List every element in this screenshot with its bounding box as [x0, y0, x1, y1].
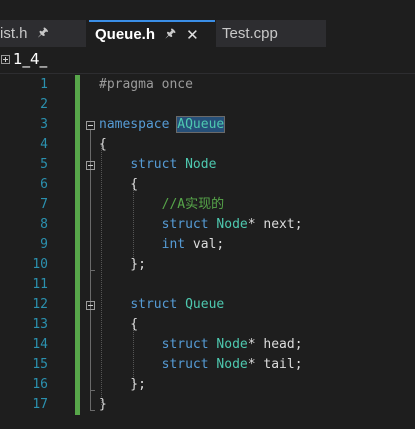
code-token: { [99, 137, 107, 152]
line-number: 15 [32, 357, 48, 372]
code-text[interactable]: struct Queue [99, 295, 224, 315]
code-token: Queue [185, 297, 225, 312]
code-token: #pragma once [99, 77, 193, 92]
code-token: Node [185, 157, 217, 172]
line-number: 3 [40, 117, 48, 132]
line-number: 17 [32, 397, 48, 412]
code-token: struct [161, 337, 209, 352]
document-tab-strip: ist.h 🖈 Queue.h 🖈 ✕ Test.cpp [0, 0, 415, 47]
code-line[interactable]: 5 struct Node [0, 155, 415, 175]
code-token: //A实现的 [161, 197, 225, 212]
navigation-bar: 1_4_ [0, 47, 415, 74]
line-number: 12 [32, 297, 48, 312]
code-text[interactable]: { [99, 175, 138, 195]
line-number: 14 [32, 337, 48, 352]
code-token: struct [161, 217, 209, 232]
code-token: }; [99, 257, 146, 272]
code-line[interactable]: 4{ [0, 135, 415, 155]
code-line[interactable]: 3 namespace AQueue [0, 115, 415, 135]
code-text[interactable]: //A实现的 [99, 195, 224, 215]
code-line[interactable]: 14 struct Node* head; [0, 335, 415, 355]
code-line[interactable]: 6 { [0, 175, 415, 195]
code-line[interactable]: 7 //A实现的 [0, 195, 415, 215]
tab-label: ist.h [0, 25, 28, 42]
code-line[interactable]: 10 }; [0, 255, 415, 275]
line-number: 4 [40, 137, 48, 152]
code-token: { [99, 317, 139, 332]
code-token: * tail; [247, 357, 303, 372]
code-line[interactable]: 17} [0, 395, 415, 415]
tab-list-h[interactable]: ist.h 🖈 [0, 20, 86, 47]
code-line[interactable]: 8 struct Node* next; [0, 215, 415, 235]
line-number: 2 [40, 97, 48, 112]
code-line[interactable]: 2 [0, 95, 415, 115]
line-number: 5 [40, 157, 48, 172]
code-text[interactable]: } [99, 395, 107, 415]
code-text[interactable]: struct Node [99, 155, 216, 175]
code-line[interactable]: 9 int val; [0, 235, 415, 255]
line-number: 10 [32, 257, 48, 272]
code-token: Node [216, 357, 248, 372]
code-text[interactable]: struct Node* tail; [99, 355, 303, 375]
pin-icon[interactable]: 🖈 [165, 24, 176, 45]
code-editor[interactable]: 1 #pragma once 2 3 namespace AQueue 4{5 struc… [0, 75, 415, 429]
code-token: } [99, 397, 107, 412]
code-token: namespace [99, 117, 170, 132]
code-token: struct [130, 157, 178, 172]
tab-label: Test.cpp [222, 25, 278, 42]
code-line[interactable]: 1 #pragma once [0, 75, 415, 95]
line-number: 9 [40, 237, 48, 252]
line-number: 8 [40, 217, 48, 232]
line-number: 16 [32, 377, 48, 392]
line-number: 7 [40, 197, 48, 212]
code-token: int [161, 237, 186, 252]
close-icon[interactable]: ✕ [186, 26, 199, 44]
code-token: { [99, 177, 139, 192]
code-line[interactable]: 16 }; [0, 375, 415, 395]
code-text[interactable]: struct Node* head; [99, 335, 303, 355]
tab-test-cpp[interactable]: Test.cpp [216, 20, 326, 47]
code-token: * next; [247, 217, 303, 232]
line-number: 1 [40, 77, 48, 92]
expand-icon[interactable] [1, 55, 10, 64]
scope-dropdown[interactable]: 1_4_ [13, 50, 47, 68]
code-token: struct [161, 357, 209, 372]
code-text[interactable]: { [99, 315, 138, 335]
code-text[interactable]: }; [99, 375, 146, 395]
code-text[interactable]: int val; [99, 235, 225, 255]
tab-queue-h[interactable]: Queue.h 🖈 ✕ [89, 20, 215, 47]
code-token: * head; [247, 337, 303, 352]
code-token: val; [185, 237, 225, 252]
code-text[interactable]: }; [99, 255, 146, 275]
code-line[interactable]: 15 struct Node* tail; [0, 355, 415, 375]
code-token: struct [130, 297, 178, 312]
code-text[interactable]: namespace AQueue [99, 115, 226, 135]
code-line[interactable]: 12 struct Queue [0, 295, 415, 315]
line-number: 13 [32, 317, 48, 332]
code-text[interactable]: struct Node* next; [99, 215, 303, 235]
code-token: Node [216, 337, 248, 352]
code-text[interactable]: { [99, 135, 107, 155]
code-text[interactable]: #pragma once [99, 75, 193, 95]
code-token: }; [99, 377, 146, 392]
tab-label: Queue.h [95, 26, 156, 43]
code-line[interactable]: 13 { [0, 315, 415, 335]
code-token: Node [216, 217, 248, 232]
pin-icon[interactable]: 🖈 [38, 23, 49, 44]
line-number: 11 [32, 277, 48, 292]
code-line[interactable]: 11 [0, 275, 415, 295]
line-number: 6 [40, 177, 48, 192]
code-token: AQueue [176, 116, 226, 133]
